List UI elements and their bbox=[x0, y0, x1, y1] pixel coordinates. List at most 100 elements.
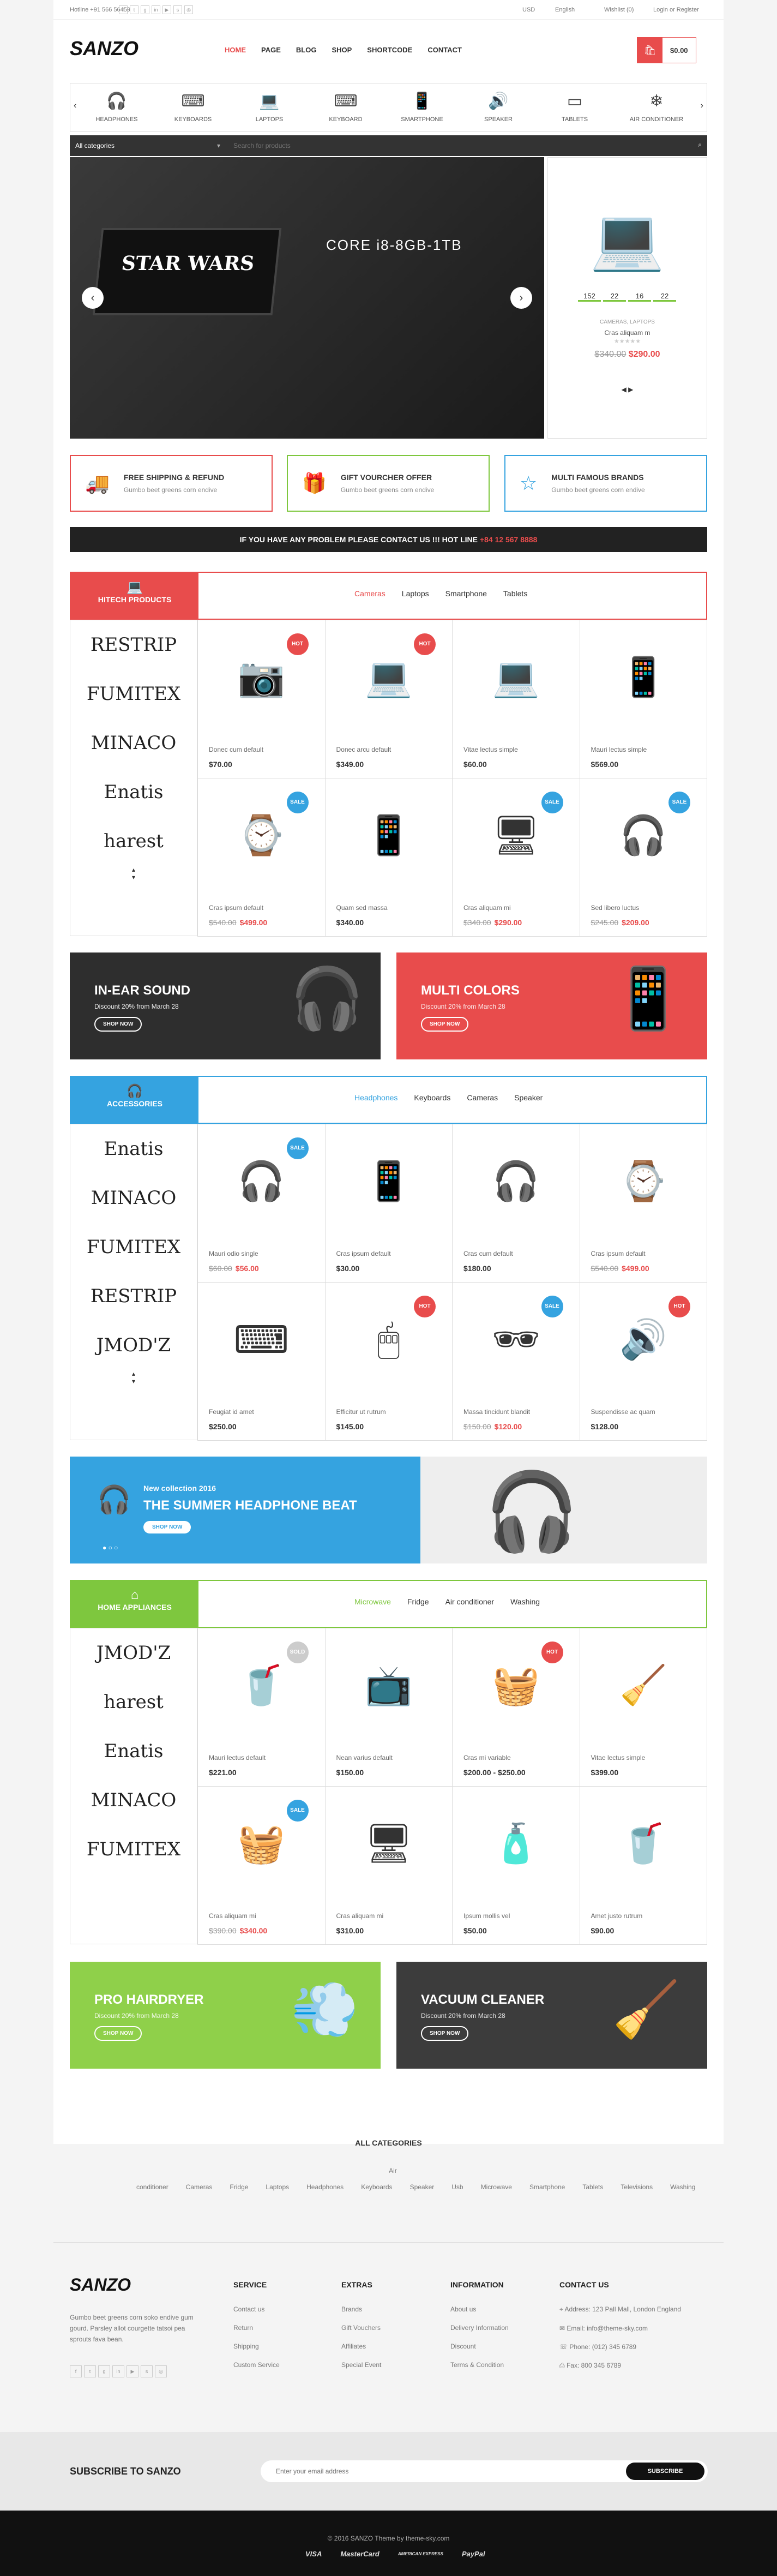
product-image[interactable]: 🎧 bbox=[463, 1135, 569, 1228]
shop-now-button[interactable]: SHOP NOW bbox=[421, 1017, 469, 1032]
footer-link[interactable]: Delivery Information bbox=[450, 2324, 509, 2332]
product-name[interactable]: Cras aliquam mi bbox=[463, 904, 511, 912]
product-card[interactable]: 📷 HOT Donec cum default $70.00 bbox=[198, 620, 326, 778]
category-link[interactable]: Washing bbox=[670, 2183, 695, 2191]
tab-cameras[interactable]: Cameras bbox=[467, 1093, 498, 1102]
category-link[interactable]: Speaker bbox=[410, 2183, 435, 2191]
banner-hairdryer[interactable]: PRO HAIRDRYER Discount 20% from March 28 S… bbox=[70, 1962, 381, 2069]
linkedin-icon[interactable]: in bbox=[112, 2365, 124, 2377]
product-card[interactable]: 🖥 Cras aliquam mi $310.00 bbox=[325, 1787, 453, 1945]
twitter-icon[interactable]: t bbox=[84, 2365, 96, 2377]
nav-shortcode[interactable]: SHORTCODE bbox=[367, 46, 412, 54]
product-image[interactable]: 🧹 bbox=[591, 1639, 696, 1732]
product-card[interactable]: 💻 HOT Donec arcu default $349.00 bbox=[325, 620, 453, 778]
product-image[interactable]: 📱 bbox=[336, 1135, 442, 1228]
product-name[interactable]: Efficitur ut rutrum bbox=[336, 1408, 386, 1416]
footer-link[interactable]: Terms & Condition bbox=[450, 2361, 509, 2369]
product-card[interactable]: 🧺 SALE Cras aliquam mi $390.00 $340.00 bbox=[198, 1787, 326, 1945]
nav-page[interactable]: PAGE bbox=[261, 46, 281, 54]
product-image[interactable]: 📺 bbox=[336, 1639, 442, 1732]
search-input[interactable] bbox=[233, 139, 680, 153]
footer-logo[interactable]: SANZO bbox=[70, 2275, 131, 2295]
product-name[interactable]: Donec cum default bbox=[209, 746, 263, 753]
brand-logo[interactable]: RESTRIP bbox=[70, 620, 197, 669]
instagram-icon[interactable]: ◎ bbox=[184, 5, 193, 14]
deal-name[interactable]: Cras aliquam m bbox=[548, 329, 707, 337]
brand-logo[interactable]: Enatis bbox=[70, 768, 197, 817]
product-name[interactable]: Ipsum mollis vel bbox=[463, 1912, 510, 1920]
cat-keyboards[interactable]: ⌨ KEYBOARDS bbox=[163, 89, 223, 123]
category-link[interactable]: Headphones bbox=[306, 2183, 344, 2191]
product-card[interactable]: 🎧 Cras cum default $180.00 bbox=[453, 1124, 580, 1283]
product-image[interactable]: 🖥 bbox=[336, 1798, 442, 1890]
search-icon[interactable]: ⌕ bbox=[698, 141, 702, 149]
cat-air-conditioner[interactable]: ❄ AIR CONDITIONER bbox=[621, 89, 692, 123]
product-card[interactable]: ⌨ Feugiat id amet $250.00 bbox=[198, 1283, 326, 1441]
product-name[interactable]: Nean varius default bbox=[336, 1754, 393, 1762]
deal-pager[interactable]: ◀ ▶ bbox=[548, 386, 707, 393]
product-image[interactable]: 📱 bbox=[336, 789, 442, 882]
tab-smartphone[interactable]: Smartphone bbox=[445, 589, 487, 598]
brand-logo[interactable]: harest bbox=[70, 817, 197, 866]
shop-now-button[interactable]: SHOP NOW bbox=[143, 1521, 191, 1533]
category-link[interactable]: Laptops bbox=[266, 2183, 289, 2191]
product-card[interactable]: ⌚ Cras ipsum default $540.00 $499.00 bbox=[580, 1124, 707, 1283]
brand-logo[interactable]: FUMITEX bbox=[70, 669, 197, 718]
product-card[interactable]: 📱 Cras ipsum default $30.00 bbox=[325, 1124, 453, 1283]
brand-logo[interactable]: RESTRIP bbox=[70, 1272, 197, 1321]
product-card[interactable]: 🧴 Ipsum mollis vel $50.00 bbox=[453, 1787, 580, 1945]
language-select[interactable]: English bbox=[555, 7, 575, 13]
twitter-icon[interactable]: t bbox=[130, 5, 138, 14]
tab-air-conditioner[interactable]: Air conditioner bbox=[445, 1597, 495, 1606]
product-name[interactable]: Cras mi variable bbox=[463, 1754, 511, 1762]
currency-select[interactable]: USD bbox=[522, 7, 535, 13]
category-link[interactable]: Usb bbox=[451, 2183, 463, 2191]
shop-now-button[interactable]: SHOP NOW bbox=[421, 2026, 469, 2041]
brand-logo[interactable]: Enatis bbox=[70, 1727, 197, 1776]
wishlist-link[interactable]: Wishlist (0) bbox=[604, 7, 634, 13]
product-card[interactable]: 🧹 Vitae lectus simple $399.00 bbox=[580, 1628, 707, 1787]
banner-multi-colors[interactable]: MULTI COLORS Discount 20% from March 28 SH… bbox=[396, 952, 707, 1059]
hotline-number[interactable]: +84 12 567 8888 bbox=[480, 535, 538, 544]
subscribe-button[interactable]: SUBSCRIBE bbox=[626, 2463, 704, 2480]
prev-arrow-icon[interactable]: ‹ bbox=[74, 101, 76, 111]
product-card[interactable]: 🔊 HOT Suspendisse ac quam $128.00 bbox=[580, 1283, 707, 1441]
cat-laptops[interactable]: 💻 LAPTOPS bbox=[239, 89, 299, 123]
instagram-icon[interactable]: ◎ bbox=[155, 2365, 167, 2377]
brand-logo[interactable]: JMOD'Z bbox=[70, 1321, 197, 1370]
product-card[interactable]: 🎧 SALE Sed libero luctus $245.00 $209.00 bbox=[580, 778, 707, 937]
tab-keyboards[interactable]: Keyboards bbox=[414, 1093, 450, 1102]
shop-now-button[interactable]: SHOP NOW bbox=[94, 1017, 142, 1032]
linkedin-icon[interactable]: in bbox=[152, 5, 160, 14]
product-image[interactable]: 🥤 bbox=[591, 1798, 696, 1890]
tab-headphones[interactable]: Headphones bbox=[354, 1093, 397, 1102]
nav-contact[interactable]: CONTACT bbox=[427, 46, 462, 54]
product-card[interactable]: 🖱 HOT Efficitur ut rutrum $145.00 bbox=[325, 1283, 453, 1441]
product-name[interactable]: Cras ipsum default bbox=[591, 1250, 646, 1257]
cat-headphones[interactable]: 🎧 HEADPHONES bbox=[87, 89, 147, 123]
product-name[interactable]: Cras aliquam mi bbox=[209, 1912, 256, 1920]
google-plus-icon[interactable]: g bbox=[141, 5, 149, 14]
product-name[interactable]: Massa tincidunt blandit bbox=[463, 1408, 530, 1416]
product-image[interactable]: 🧴 bbox=[463, 1798, 569, 1890]
product-card[interactable]: 💻 Vitae lectus simple $60.00 bbox=[453, 620, 580, 778]
product-card[interactable]: 🥤 Amet justo rutrum $90.00 bbox=[580, 1787, 707, 1945]
product-name[interactable]: Mauri lectus default bbox=[209, 1754, 266, 1762]
footer-link[interactable]: Return bbox=[233, 2324, 280, 2332]
tab-fridge[interactable]: Fridge bbox=[407, 1597, 429, 1606]
hero-slider[interactable]: STAR WARS CORE i8-8GB-1TB ‹ › bbox=[70, 157, 544, 439]
banner-vacuum[interactable]: VACUUM CLEANER Discount 20% from March 28… bbox=[396, 1962, 707, 2069]
product-name[interactable]: Donec arcu default bbox=[336, 746, 391, 753]
product-name[interactable]: Vitae lectus simple bbox=[591, 1754, 646, 1762]
brand-logo[interactable]: Enatis bbox=[70, 1124, 197, 1173]
slider-prev-button[interactable]: ‹ bbox=[82, 287, 104, 309]
category-link[interactable]: Cameras bbox=[186, 2183, 213, 2191]
login-link[interactable]: Login or Register bbox=[653, 7, 699, 13]
youtube-icon[interactable]: ▶ bbox=[127, 2365, 138, 2377]
skype-icon[interactable]: s bbox=[141, 2365, 153, 2377]
brand-logo[interactable]: FUMITEX bbox=[70, 1825, 197, 1874]
product-name[interactable]: Amet justo rutrum bbox=[591, 1912, 643, 1920]
youtube-icon[interactable]: ▶ bbox=[162, 5, 171, 14]
category-link[interactable]: Televisions bbox=[621, 2183, 653, 2191]
nav-home[interactable]: HOME bbox=[225, 46, 246, 54]
